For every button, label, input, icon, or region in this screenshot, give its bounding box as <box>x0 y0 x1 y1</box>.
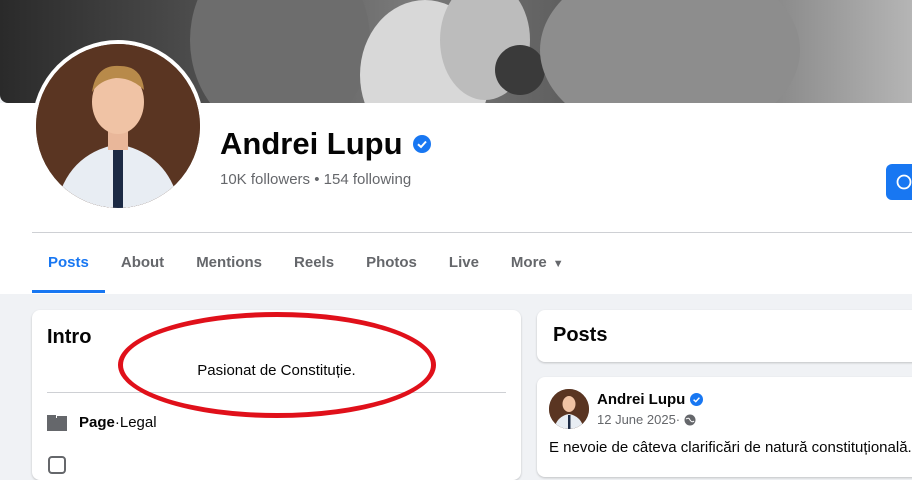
post-meta-separator: · <box>675 412 681 427</box>
intro-divider <box>47 392 506 393</box>
intro-title: Intro <box>47 326 92 348</box>
post-date[interactable]: 12 June 2025 <box>597 412 676 427</box>
post-author-avatar[interactable] <box>549 389 589 429</box>
whatsapp-icon <box>896 174 912 190</box>
profile-name-row: Andrei Lupu <box>220 126 431 162</box>
profile-tabs: Posts About Mentions Reels Photos Live M… <box>32 233 580 293</box>
followers-link[interactable]: 10K followers <box>220 171 310 188</box>
whatsapp-button[interactable] <box>886 164 912 200</box>
tab-live[interactable]: Live <box>433 233 495 293</box>
tab-live-label: Live <box>448 254 479 271</box>
tab-more[interactable]: More ▼ <box>495 233 580 293</box>
following-link[interactable]: 154 following <box>324 171 412 188</box>
intro-page-row: Page · Legal <box>47 414 157 431</box>
post-author-row: Andrei Lupu <box>597 391 704 408</box>
tab-more-label: More <box>510 254 547 271</box>
tab-posts[interactable]: Posts <box>32 233 105 293</box>
tab-reels-label: Reels <box>294 254 335 271</box>
tab-photos-label: Photos <box>366 254 417 271</box>
profile-avatar[interactable] <box>32 40 204 212</box>
posts-title: Posts <box>553 324 608 346</box>
tab-about[interactable]: About <box>105 233 180 293</box>
page-category[interactable]: Legal <box>120 414 157 431</box>
intro-bio: Pasionat de Constituție. <box>197 362 356 379</box>
globe-icon <box>684 414 696 425</box>
caret-down-icon: ▼ <box>552 258 564 270</box>
verified-badge-icon <box>412 135 431 153</box>
post-meta: 12 June 2025 · <box>597 412 696 427</box>
flag-page-icon <box>47 414 67 431</box>
intro-card: Intro Pasionat de Constituție. Page · Le… <box>32 310 521 480</box>
profile-name: Andrei Lupu <box>220 126 403 161</box>
tab-about-label: About <box>120 254 165 271</box>
info-icon <box>48 456 66 474</box>
stats-separator: • <box>310 171 324 188</box>
tab-reels[interactable]: Reels <box>278 233 350 293</box>
post-card: Andrei Lupu 12 June 2025 · E nevoie de c… <box>537 377 912 477</box>
page-label: Page <box>79 414 115 431</box>
tab-mentions-label: Mentions <box>196 254 263 271</box>
profile-stats: 10K followers • 154 following <box>220 171 411 188</box>
tab-photos[interactable]: Photos <box>350 233 433 293</box>
tab-mentions[interactable]: Mentions <box>180 233 278 293</box>
verified-badge-icon <box>690 393 704 406</box>
tab-posts-label: Posts <box>48 254 89 271</box>
post-text: E nevoie de câteva clarificări de natură… <box>549 439 912 456</box>
post-author-name[interactable]: Andrei Lupu <box>597 391 685 408</box>
posts-header-card: Posts <box>537 310 912 362</box>
